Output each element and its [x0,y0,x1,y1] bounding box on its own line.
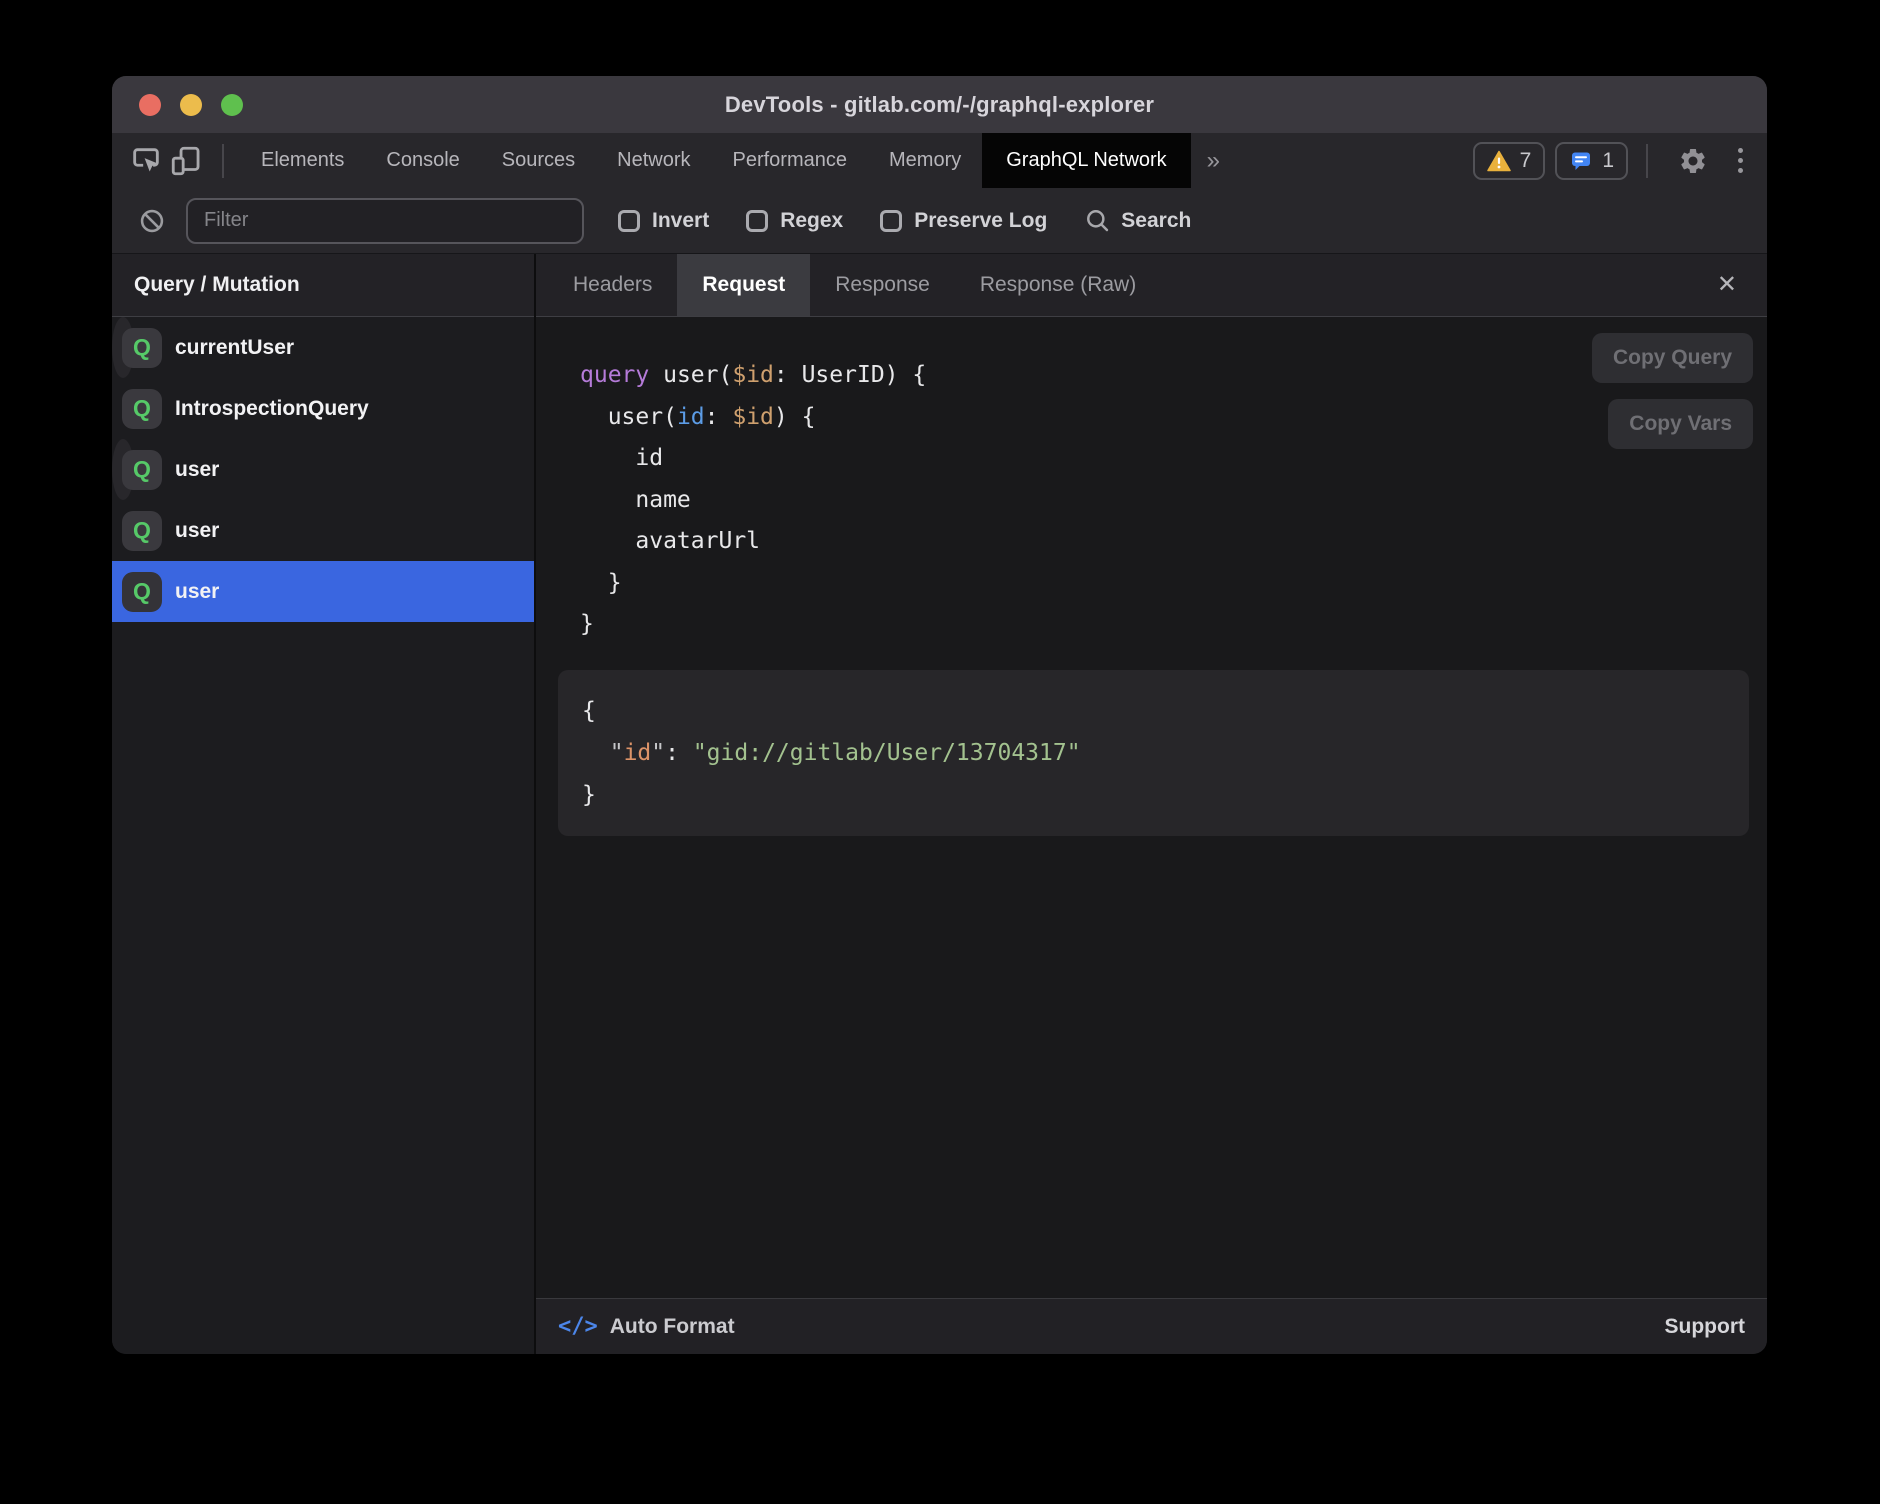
more-tabs-icon[interactable]: » [1191,147,1236,175]
query-list-item-label: user [175,458,219,482]
tab-elements[interactable]: Elements [240,133,365,188]
tab-memory[interactable]: Memory [868,133,982,188]
checkbox-label-preserve-log: Preserve Log [914,209,1047,233]
code-line: { [582,690,1725,732]
query-list-item[interactable]: Quser [112,561,534,622]
query-type-badge: Q [122,511,162,551]
checkbox-box-invert[interactable] [618,210,640,232]
query-type-badge: Q [122,572,162,612]
checkbox-label-invert: Invert [652,209,709,233]
inspect-element-icon[interactable] [126,141,166,181]
warning-count: 7 [1520,149,1532,173]
filter-checkboxes: Invert Regex Preserve Log [618,209,1047,233]
warning-triangle-icon [1487,150,1511,172]
sidebar-header-label: Query / Mutation [134,273,300,297]
detail-tab-headers[interactable]: Headers [548,254,677,316]
issues-badge[interactable]: 1 [1555,142,1628,180]
checkbox-regex[interactable]: Regex [746,209,843,233]
sidebar-header: Query / Mutation [112,254,534,317]
toolbar-divider [222,144,224,178]
query-sidebar: Query / Mutation QcurrentUserQIntrospect… [112,254,534,1354]
query-list-item[interactable]: QcurrentUser [112,317,134,378]
query-list-item-label: currentUser [175,336,294,360]
auto-format-icon: </> [558,1314,598,1339]
block-filter-icon[interactable] [136,205,168,237]
query-list-item[interactable]: Quser [112,439,134,500]
main-split: Query / Mutation QcurrentUserQIntrospect… [112,254,1767,1354]
query-list-item[interactable]: Q IntrospectionQuery [112,378,534,439]
settings-gear-icon[interactable] [1678,146,1708,176]
close-icon[interactable]: ✕ [1711,267,1743,303]
detail-panel: HeadersRequestResponseResponse (Raw) ✕ q… [536,254,1767,1354]
code-line: } [580,563,1767,605]
title-bar: DevTools - gitlab.com/-/graphql-explorer [112,76,1767,133]
zoom-window-button[interactable] [221,94,243,116]
tab-network[interactable]: Network [596,133,711,188]
tab-sources[interactable]: Sources [481,133,596,188]
checkbox-box-preserve-log[interactable] [880,210,902,232]
query-list-item-label: IntrospectionQuery [175,397,369,421]
code-line: id [580,438,1767,480]
tab-graphql-network[interactable]: GraphQL Network [982,133,1190,188]
panel-tabs: ElementsConsoleSourcesNetworkPerformance… [240,133,982,188]
query-type-badge: Q [122,328,162,368]
window-title: DevTools - gitlab.com/-/graphql-explorer [725,92,1154,118]
more-options-kebab-icon[interactable] [1734,144,1747,177]
tab-performance[interactable]: Performance [712,133,869,188]
graphql-query-code: query user($id: UserID) { user(id: $id) … [536,317,1767,646]
code-line: query user($id: UserID) { [580,355,1767,397]
close-window-button[interactable] [139,94,161,116]
tab-console[interactable]: Console [365,133,480,188]
query-list-item[interactable]: Quser [112,500,534,561]
detail-tab-response[interactable]: Response [810,254,955,316]
checkbox-invert[interactable]: Invert [618,209,709,233]
query-type-badge: Q [122,450,162,490]
filter-input[interactable] [186,198,584,244]
copy-vars-button[interactable]: Copy Vars [1608,399,1753,449]
query-type-badge: Q [122,389,162,429]
code-line: user(id: $id) { [580,397,1767,439]
checkbox-label-regex: Regex [780,209,843,233]
minimize-window-button[interactable] [180,94,202,116]
device-toolbar-icon[interactable] [166,141,206,181]
message-bubble-icon [1569,149,1593,173]
code-line: avatarUrl [580,521,1767,563]
code-line: } [582,774,1725,816]
copy-buttons: Copy Query Copy Vars [1592,333,1753,449]
copy-query-button[interactable]: Copy Query [1592,333,1753,383]
query-variables-box: { "id": "gid://gitlab/User/13704317"} [558,670,1749,836]
query-list-item-label: user [175,519,219,543]
toolbar-divider [1646,144,1648,178]
detail-tab-response-raw[interactable]: Response (Raw) [955,254,1161,316]
issue-count: 1 [1602,149,1614,173]
code-line: name [580,480,1767,522]
search-toggle[interactable]: Search [1084,207,1191,234]
footer-bar: </> Auto Format Support [536,1298,1767,1354]
checkbox-preserve-log[interactable]: Preserve Log [880,209,1047,233]
code-line: "id": "gid://gitlab/User/13704317" [582,732,1725,774]
query-list-item-label: user [175,580,219,604]
detail-tab-request[interactable]: Request [677,254,810,316]
checkbox-box-regex[interactable] [746,210,768,232]
search-icon [1084,207,1111,234]
traffic-lights [139,76,243,133]
search-label: Search [1121,209,1191,233]
devtools-tab-bar: ElementsConsoleSourcesNetworkPerformance… [112,133,1767,188]
support-link[interactable]: Support [1665,1315,1745,1339]
auto-format-button[interactable]: Auto Format [610,1315,735,1339]
code-line: } [580,604,1767,646]
warnings-badge[interactable]: 7 [1473,142,1546,180]
query-list: QcurrentUserQIntrospectionQueryQuserQuse… [112,317,534,1354]
devtools-window: DevTools - gitlab.com/-/graphql-explorer… [112,76,1767,1354]
filter-bar: Invert Regex Preserve Log Search [112,188,1767,254]
detail-tab-strip: HeadersRequestResponseResponse (Raw) ✕ [536,254,1767,317]
request-content: query user($id: UserID) { user(id: $id) … [536,317,1767,1298]
